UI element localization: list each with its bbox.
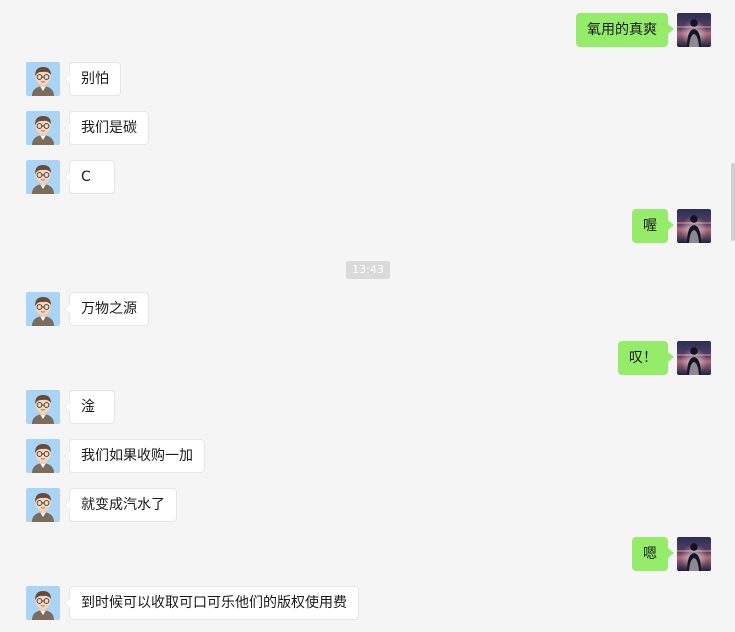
avatar[interactable] [26,586,60,620]
message-bubble[interactable]: C [64,160,115,194]
cartoon-boy-glasses-avatar-icon [26,390,60,424]
avatar[interactable] [26,62,60,96]
chat-message: 就变成汽水了 [0,488,735,522]
avatar[interactable] [677,537,711,571]
avatar[interactable] [26,488,60,522]
avatar[interactable] [26,160,60,194]
timestamp-divider: 13:43 [346,261,390,279]
chat-message: 氧用的真爽 [0,13,735,47]
cartoon-boy-glasses-avatar-icon [26,62,60,96]
cartoon-boy-glasses-avatar-icon [26,439,60,473]
chat-message: 喔 [0,209,735,243]
avatar[interactable] [677,13,711,47]
message-bubble[interactable]: 氧用的真爽 [576,13,674,47]
dark-sky-silhouette-avatar-icon [677,341,711,375]
chat-message: 淦 [0,390,735,424]
message-bubble[interactable]: 我们如果收购一加 [64,439,205,473]
avatar[interactable] [26,292,60,326]
chat-message: 别怕 [0,62,735,96]
message-bubble[interactable]: 就变成汽水了 [64,488,177,522]
cartoon-boy-glasses-avatar-icon [26,488,60,522]
cartoon-boy-glasses-avatar-icon [26,292,60,326]
dark-sky-silhouette-avatar-icon [677,537,711,571]
avatar[interactable] [677,209,711,243]
avatar[interactable] [26,390,60,424]
chat-message: 到时候可以收取可口可乐他们的版权使用费 [0,586,735,620]
chat-message: 万物之源 [0,292,735,326]
cartoon-boy-glasses-avatar-icon [26,160,60,194]
avatar[interactable] [677,341,711,375]
avatar[interactable] [26,111,60,145]
chat-message: 叹！ [0,341,735,375]
message-bubble[interactable]: 淦 [64,390,115,424]
dark-sky-silhouette-avatar-icon [677,13,711,47]
chat-message: 嗯 [0,537,735,571]
message-bubble[interactable]: 叹！ [618,341,674,375]
message-bubble[interactable]: 到时候可以收取可口可乐他们的版权使用费 [64,586,359,620]
chat-message: 我们如果收购一加 [0,439,735,473]
message-bubble[interactable]: 别怕 [64,62,121,96]
message-bubble[interactable]: 我们是碳 [64,111,149,145]
cartoon-boy-glasses-avatar-icon [26,586,60,620]
chat-message: C [0,160,735,194]
message-bubble[interactable]: 嗯 [632,537,674,571]
chat-window: 氧用的真爽 别怕 我们是碳 C 喔 13:43 万物之源 叹！ 淦 我们如果收购… [0,0,735,632]
chat-message: 我们是碳 [0,111,735,145]
cartoon-boy-glasses-avatar-icon [26,111,60,145]
scrollbar-thumb[interactable] [731,163,735,241]
message-bubble[interactable]: 万物之源 [64,292,149,326]
message-bubble[interactable]: 喔 [632,209,674,243]
avatar[interactable] [26,439,60,473]
dark-sky-silhouette-avatar-icon [677,209,711,243]
